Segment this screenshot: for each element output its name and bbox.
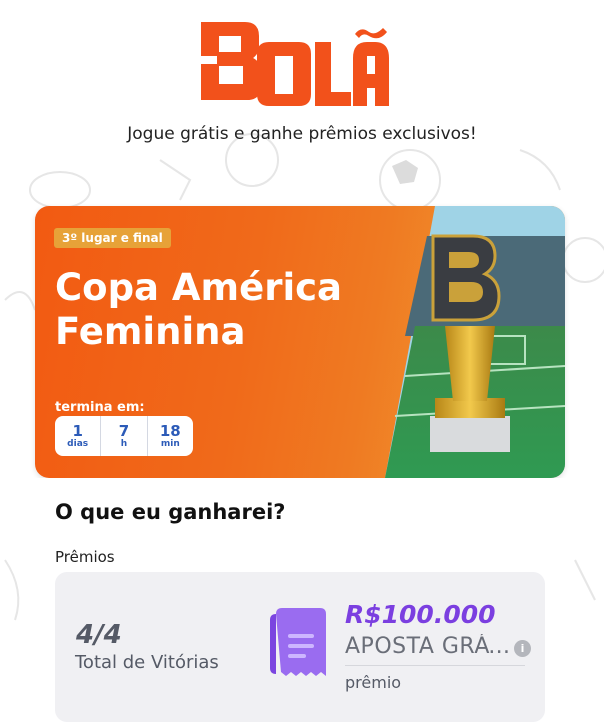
prize-score: 4/4 — [76, 620, 122, 650]
prize-amount: R$100.000 — [345, 600, 496, 629]
prize-divider — [345, 665, 525, 666]
stadium-trophy-art — [385, 206, 565, 478]
countdown-minutes-unit: min — [160, 438, 180, 449]
prize-score-label: Total de Vitórias — [75, 652, 219, 673]
logo-graphic — [197, 22, 389, 106]
countdown-days: 1 dias — [55, 416, 100, 456]
countdown-minutes: 18 min — [146, 416, 193, 456]
info-icon[interactable]: i — [514, 640, 531, 657]
rewards-title: O que eu ganharei? — [55, 500, 286, 524]
stage-badge: 3º lugar e final — [54, 228, 171, 248]
tournament-title: Copa América Feminina — [55, 266, 375, 354]
countdown-hours-unit: h — [120, 438, 128, 449]
tagline: Jogue grátis e ganhe prêmios exclusivos! — [127, 124, 477, 144]
prizes-label: Prêmios — [55, 548, 115, 566]
countdown-hours-value: 7 — [118, 421, 130, 440]
tournament-title-line2: Feminina — [55, 310, 246, 353]
countdown-days-value: 1 — [72, 421, 83, 440]
bolao-logo[interactable] — [0, 16, 604, 110]
countdown-minutes-value: 18 — [159, 421, 181, 440]
tournament-card[interactable]: 3º lugar e final Copa América Feminina t… — [35, 206, 565, 478]
countdown-days-unit: dias — [67, 438, 89, 449]
prize-name: APOSTA GRÁTIS — [345, 634, 517, 659]
prize-sub-label: prêmio — [345, 673, 402, 692]
ends-label: termina em: — [55, 400, 145, 415]
countdown-timer: 1 dias 7 h 18 min — [55, 416, 193, 456]
countdown-hours: 7 h — [100, 416, 146, 456]
ticket-icon — [270, 608, 326, 676]
tournament-title-line1: Copa América — [55, 266, 343, 309]
